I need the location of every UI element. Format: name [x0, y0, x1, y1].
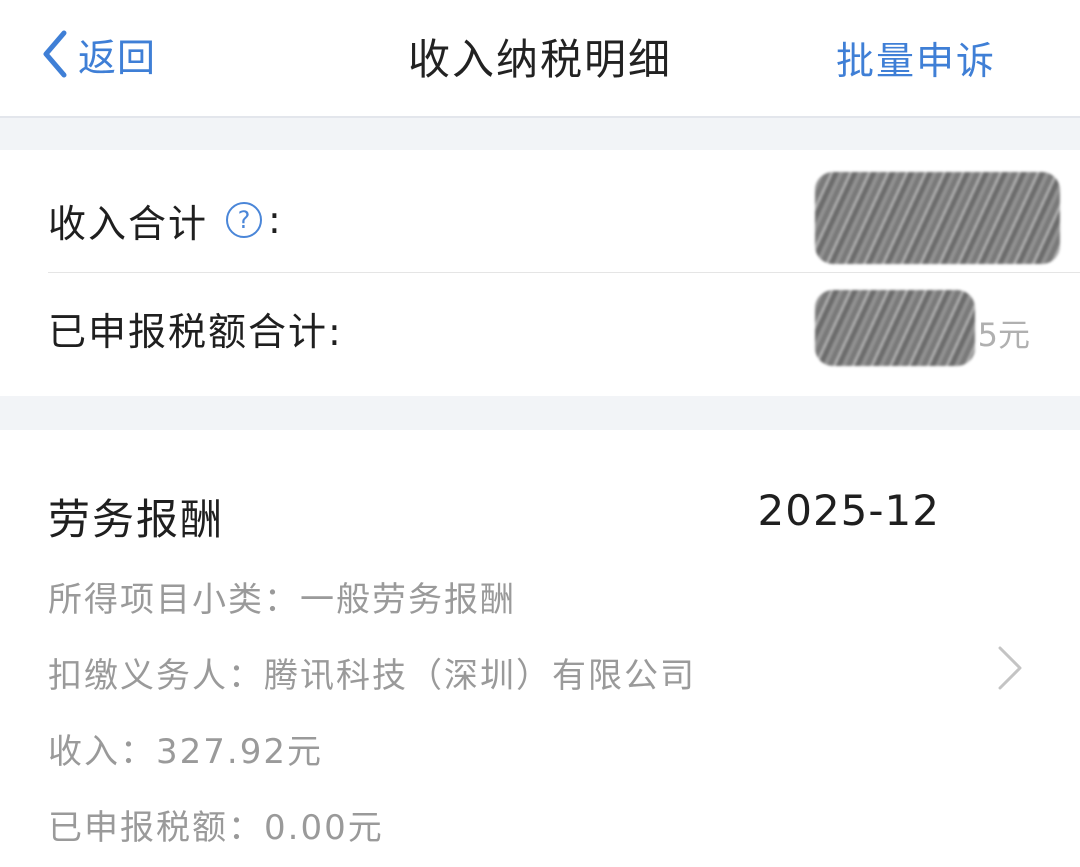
withholding-agent: 扣缴义务人：腾讯科技（深圳）有限公司: [48, 656, 696, 696]
income-amount: 收入：327.92元: [48, 732, 323, 772]
section-gap: [0, 118, 1080, 150]
batch-appeal-button[interactable]: 批量申诉: [836, 30, 996, 85]
redaction-mark: [815, 172, 1060, 264]
income-subcategory: 所得项目小类：一般劳务报酬: [48, 580, 516, 620]
income-record[interactable]: 劳务报酬 2025-12 所得项目小类：一般劳务报酬 扣缴义务人：腾讯科技（深圳…: [0, 430, 1080, 867]
total-income-colon: :: [268, 198, 281, 242]
income-type: 劳务报酬: [48, 495, 225, 544]
section-gap: [0, 396, 1080, 430]
reported-tax-amount: 已申报税额：0.00元: [48, 808, 384, 848]
chevron-right-icon[interactable]: [996, 644, 1024, 696]
nav-bar: 返回 收入纳税明细 批量申诉: [0, 0, 1080, 118]
reported-tax-label: 已申报税额合计:: [48, 309, 343, 354]
redaction-mark: [815, 290, 975, 366]
total-income-label: 收入合计: [48, 201, 209, 246]
question-circle-icon[interactable]: ?: [226, 202, 263, 238]
income-period: 2025-12: [757, 486, 940, 535]
reported-tax-value: 5元: [977, 316, 1030, 354]
summary-card: 收入合计 ? : 已申报税额合计: 5元: [0, 150, 1080, 396]
